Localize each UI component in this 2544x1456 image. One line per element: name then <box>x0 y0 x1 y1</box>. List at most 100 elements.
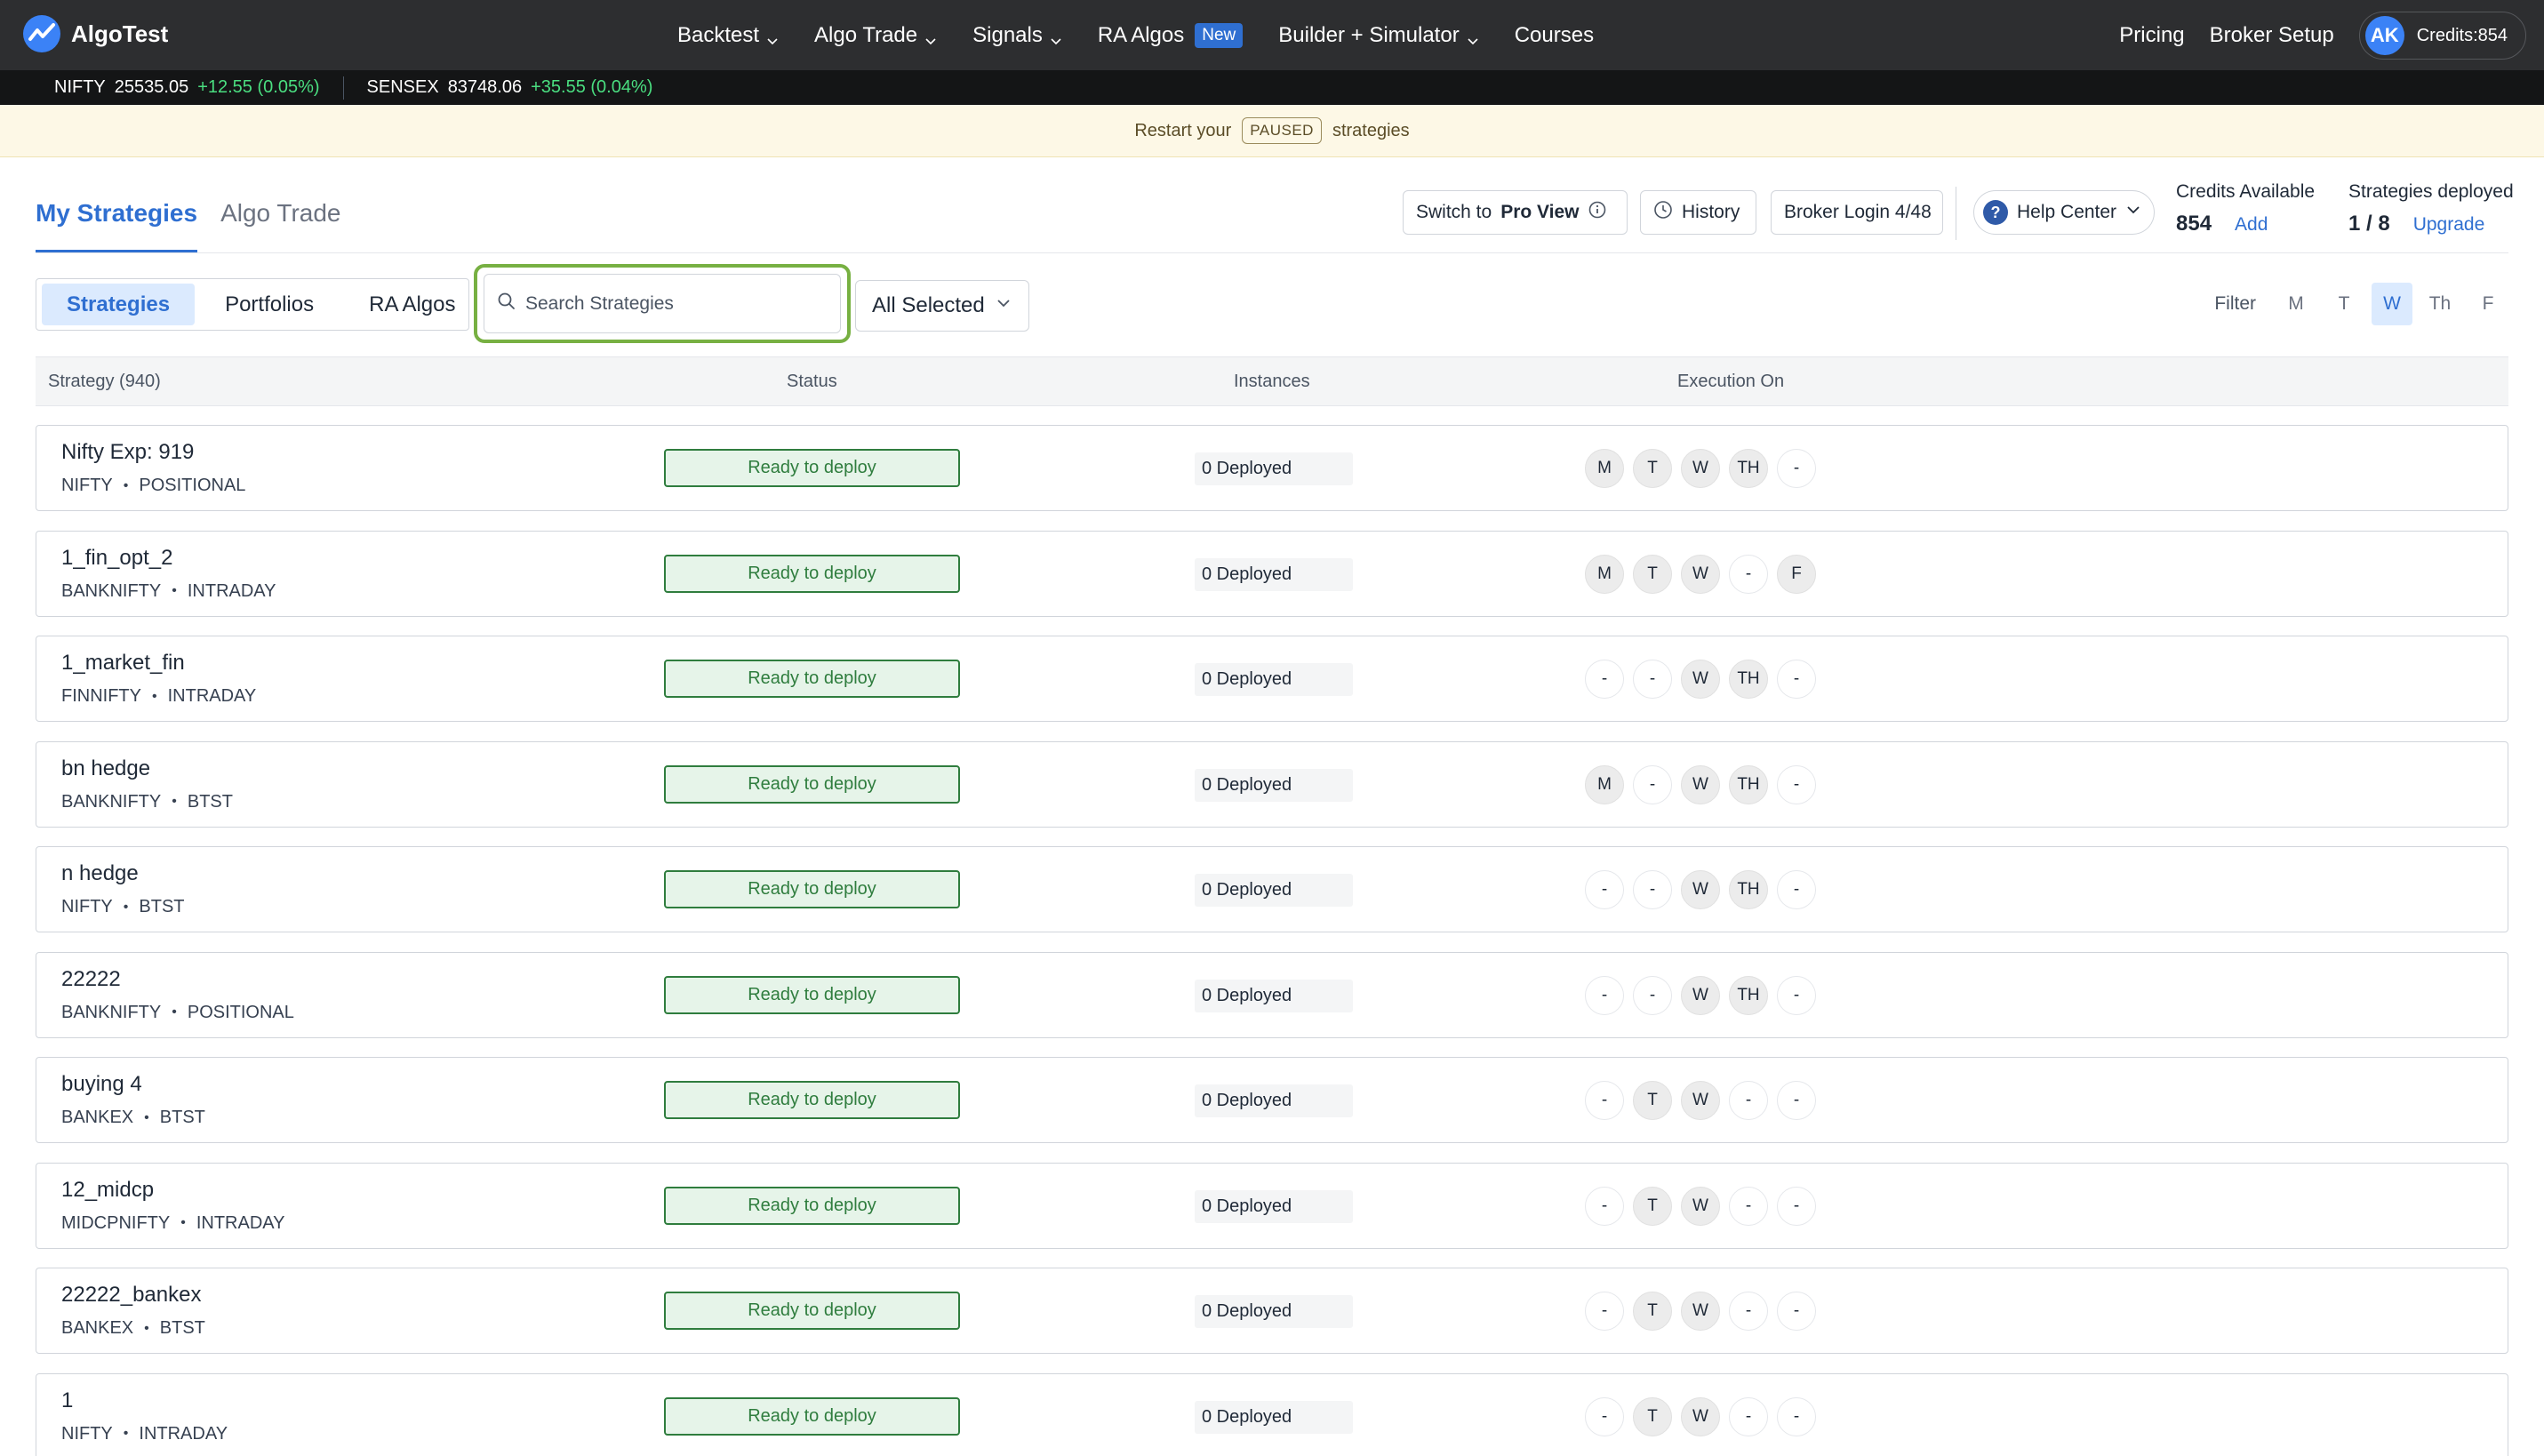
strategy-type: POSITIONAL <box>139 476 246 495</box>
nav-item-courses[interactable]: Courses <box>1515 23 1594 48</box>
separator-dot: • <box>144 1109 149 1125</box>
strategy-list: Nifty Exp: 919 NIFTY • POSITIONAL Ready to d… <box>36 425 2508 1456</box>
strategy-row[interactable]: 1_fin_opt_2 BANKNIFTY • INTRADAY Ready to de… <box>36 530 2508 617</box>
strategy-name[interactable]: buying 4 <box>61 1072 142 1097</box>
execution-days: -TW-- <box>1585 1396 1816 1436</box>
banner-suffix: strategies <box>1332 120 1410 140</box>
execution-days: -TW-- <box>1585 1081 1816 1120</box>
strategy-meta: FINNIFTY • INTRADAY <box>61 686 256 707</box>
execution-day: T <box>1633 1081 1672 1120</box>
strategy-row[interactable]: 1_market_fin FINNIFTY • INTRADAY Ready to de… <box>36 636 2508 722</box>
strategy-name[interactable]: 12_midcp <box>61 1178 154 1203</box>
ready-to-deploy-button[interactable]: Ready to deploy <box>664 1186 960 1225</box>
strategy-type: BTST <box>139 897 185 916</box>
execution-days: - - W TH - <box>1585 975 1816 1015</box>
credits-label: Credits Available <box>2176 181 2316 202</box>
day-filter-w[interactable]: W <box>2372 283 2412 325</box>
search-icon <box>497 292 516 316</box>
help-center-button[interactable]: ? Help Center <box>1973 190 2156 235</box>
strategy-type: INTRADAY <box>167 686 257 706</box>
clock-icon <box>1653 200 1673 225</box>
col-status: Status <box>787 372 837 391</box>
ready-to-deploy-button[interactable]: Ready to deploy <box>664 764 960 804</box>
broker-setup-link[interactable]: Broker Setup <box>2210 23 2334 48</box>
user-menu[interactable]: AK Credits:854 <box>2358 12 2526 60</box>
strategy-row[interactable]: n hedge NIFTY • BTST Ready to deploy 0 Deploy… <box>36 846 2508 932</box>
upgrade-link[interactable]: Upgrade <box>2413 214 2485 236</box>
strategy-type: BTST <box>159 1108 205 1127</box>
execution-day: W <box>1681 1292 1720 1331</box>
header-divider <box>36 252 2508 253</box>
strategy-name[interactable]: 22222_bankex <box>61 1283 201 1308</box>
nav-item-signals[interactable]: Signals <box>972 23 1062 48</box>
strategy-row[interactable]: 1 NIFTY • INTRADAY Ready to deploy 0 Deployed… <box>36 1372 2508 1456</box>
tab-my-strategies[interactable]: My Strategies <box>36 178 198 252</box>
strategy-name[interactable]: 1 <box>61 1388 73 1413</box>
ready-to-deploy-button[interactable]: Ready to deploy <box>664 660 960 698</box>
ready-to-deploy-button[interactable]: Ready to deploy <box>664 1081 960 1119</box>
strategy-underlying: NIFTY <box>61 1423 113 1444</box>
ticker-nifty: NIFTY 25535.05 +12.55 (0.05%) <box>54 77 320 98</box>
nav-right: Pricing Broker Setup AK Credits:854 <box>2119 11 2526 60</box>
strategy-type: POSITIONAL <box>187 1002 294 1022</box>
all-selected-dropdown[interactable]: All Selected <box>855 280 1029 332</box>
strategy-name[interactable]: Nifty Exp: 919 <box>61 440 194 465</box>
execution-day: - <box>1633 660 1672 699</box>
strategy-row[interactable]: 22222 BANKNIFTY • POSITIONAL Ready to deploy… <box>36 951 2508 1038</box>
strategy-row[interactable]: buying 4 BANKEX • BTST Ready to deploy 0 Depl… <box>36 1057 2508 1143</box>
deployed-label: Strategies deployed <box>2348 181 2514 202</box>
strategy-tabs: My Strategies Algo Trade <box>36 178 341 252</box>
broker-login-button[interactable]: Broker Login 4/48 <box>1771 190 1943 235</box>
add-credits-link[interactable]: Add <box>2235 214 2268 236</box>
instances-count: 0 Deployed <box>1195 1189 1353 1223</box>
strategy-underlying: BANKNIFTY <box>61 580 162 601</box>
tab-ra-algos[interactable]: RA Algos <box>344 284 480 325</box>
tab-algo-trade[interactable]: Algo Trade <box>220 178 340 252</box>
ready-to-deploy-button[interactable]: Ready to deploy <box>664 1292 960 1330</box>
search-input[interactable] <box>525 292 810 315</box>
nav-item-builder-simulator[interactable]: Builder + Simulator <box>1278 23 1478 48</box>
strategy-name[interactable]: n hedge <box>61 861 139 886</box>
strategy-meta: BANKEX • BTST <box>61 1318 205 1339</box>
strategy-row[interactable]: bn hedge BANKNIFTY • BTST Ready to deploy 0 D… <box>36 740 2508 828</box>
strategy-underlying: BANKEX <box>61 1108 134 1127</box>
instances-count: 0 Deployed <box>1195 768 1353 802</box>
nav-item-ra-algos[interactable]: RA Algos New <box>1098 22 1244 48</box>
chevron-down-icon <box>1467 29 1479 44</box>
day-filter-th[interactable]: Th <box>2420 283 2460 325</box>
day-filter-t[interactable]: T <box>2324 283 2364 325</box>
execution-day: - <box>1585 870 1624 909</box>
credits-indicator: Credits:854 <box>2416 25 2508 45</box>
nav-item-backtest[interactable]: Backtest <box>677 23 779 48</box>
strategy-name[interactable]: 1_fin_opt_2 <box>61 546 172 571</box>
execution-day: - <box>1633 870 1672 909</box>
day-filter-f[interactable]: F <box>2468 283 2508 325</box>
strategy-name[interactable]: 1_market_fin <box>61 651 185 676</box>
strategy-row[interactable]: 22222_bankex BANKEX • BTST Ready to deploy 0 … <box>36 1268 2508 1354</box>
new-badge: New <box>1195 22 1244 48</box>
tab-strategies[interactable]: Strategies <box>42 284 196 325</box>
day-filter-m[interactable]: M <box>2276 283 2316 325</box>
ready-to-deploy-button[interactable]: Ready to deploy <box>664 870 960 908</box>
history-button[interactable]: History <box>1640 190 1756 235</box>
nav-item-algo-trade[interactable]: Algo Trade <box>814 23 937 48</box>
strategy-row[interactable]: Nifty Exp: 919 NIFTY • POSITIONAL Ready to d… <box>36 425 2508 511</box>
pricing-link[interactable]: Pricing <box>2119 23 2184 48</box>
strategy-name[interactable]: bn hedge <box>61 756 150 781</box>
strategy-type: BTST <box>159 1318 205 1338</box>
brand[interactable]: AlgoTest <box>23 15 168 52</box>
separator-dot: • <box>180 1215 186 1230</box>
strategy-row[interactable]: 12_midcp MIDCPNIFTY • INTRADAY Ready to depl… <box>36 1162 2508 1249</box>
ready-to-deploy-button[interactable]: Ready to deploy <box>664 449 960 487</box>
tab-portfolios[interactable]: Portfolios <box>200 284 339 325</box>
execution-day: W <box>1681 764 1720 804</box>
paused-banner[interactable]: Restart your PAUSED strategies <box>0 105 2544 157</box>
ready-to-deploy-button[interactable]: Ready to deploy <box>664 1396 960 1436</box>
ready-to-deploy-button[interactable]: Ready to deploy <box>664 975 960 1014</box>
ready-to-deploy-button[interactable]: Ready to deploy <box>664 554 960 593</box>
switch-pro-view-button[interactable]: Switch to Pro View <box>1403 190 1628 235</box>
strategy-name[interactable]: 22222 <box>61 967 121 992</box>
instances-count: 0 Deployed <box>1195 979 1353 1012</box>
execution-day: - <box>1633 764 1672 804</box>
strategy-meta: NIFTY • INTRADAY <box>61 1424 228 1444</box>
